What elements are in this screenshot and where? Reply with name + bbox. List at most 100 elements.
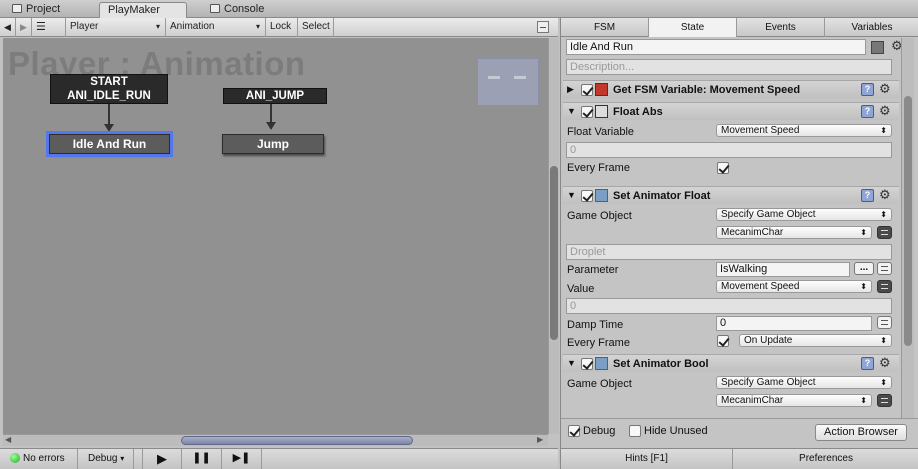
transition-event-ani-jump[interactable]: ANI_JUMP bbox=[223, 88, 327, 104]
tab-playmaker[interactable]: PlayMaker bbox=[99, 2, 187, 18]
every-frame-checkbox[interactable] bbox=[717, 335, 729, 347]
tab-variables[interactable]: Variables bbox=[825, 18, 918, 37]
debug-mode-select[interactable]: Debug ▾ bbox=[84, 449, 134, 469]
game-object-select[interactable]: MecanimChar ⬍ bbox=[716, 394, 872, 407]
action-enabled-checkbox[interactable] bbox=[581, 190, 593, 205]
gear-icon[interactable]: ⚙ bbox=[879, 103, 891, 119]
action-enabled-checkbox[interactable] bbox=[581, 358, 593, 373]
state-color-swatch[interactable] bbox=[871, 41, 884, 54]
tab-fsm[interactable]: FSM bbox=[561, 18, 649, 37]
game-object-value: MecanimChar bbox=[721, 227, 784, 238]
expand-arrow-icon[interactable]: ▶ bbox=[567, 84, 574, 95]
status-ok-icon bbox=[10, 453, 20, 463]
window-options-icon[interactable] bbox=[537, 21, 549, 33]
gear-icon[interactable]: ⚙ bbox=[879, 187, 891, 203]
inspector-vertical-scrollbar[interactable] bbox=[901, 38, 914, 418]
game-object-mode-select[interactable]: Specify Game Object ⬍ bbox=[716, 376, 892, 389]
float-variable-select[interactable]: Movement Speed ⬍ bbox=[716, 124, 892, 137]
minimap-state bbox=[488, 76, 500, 79]
graph-statusbar: No errors Debug ▾ ▶ ❚❚ ▶❚ bbox=[0, 448, 558, 469]
game-object-mode-select[interactable]: Specify Game Object ⬍ bbox=[716, 208, 892, 221]
action-enabled-checkbox[interactable] bbox=[581, 106, 593, 121]
back-button[interactable]: ◀ bbox=[0, 18, 16, 37]
preferences-button[interactable]: Preferences bbox=[733, 449, 918, 469]
fsm-graph-canvas[interactable]: Player : Animation START ANI_IDLE_RUN Id… bbox=[3, 38, 548, 434]
float-value-input[interactable]: 0 bbox=[566, 142, 892, 158]
value-select[interactable]: Movement Speed ⬍ bbox=[716, 280, 872, 293]
step-button[interactable]: ▶❚ bbox=[222, 449, 262, 469]
action-header-set-animator-float[interactable]: ▼ Set Animator Float ? ⚙ bbox=[563, 186, 899, 204]
variable-toggle-button[interactable] bbox=[877, 280, 892, 293]
scroll-thumb[interactable] bbox=[904, 96, 912, 346]
droplet-input[interactable]: Droplet bbox=[566, 244, 892, 260]
error-status[interactable]: No errors bbox=[6, 449, 78, 469]
state-jump[interactable]: Jump bbox=[222, 134, 324, 154]
canvas-horizontal-scrollbar[interactable]: ◀ ▶ bbox=[3, 434, 548, 446]
gameobject-select[interactable]: Player ▾ bbox=[66, 18, 166, 37]
variable-toggle-button[interactable] bbox=[877, 226, 892, 239]
start-event-box[interactable]: START ANI_IDLE_RUN bbox=[50, 74, 168, 104]
transition-arrow bbox=[108, 104, 110, 126]
scroll-thumb[interactable] bbox=[550, 166, 558, 340]
action-header-get-fsm-variable[interactable]: ▶ Get FSM Variable: Movement Speed ? ⚙ bbox=[563, 80, 899, 98]
help-icon[interactable]: ? bbox=[861, 357, 874, 370]
variable-toggle-button[interactable] bbox=[877, 316, 892, 329]
variable-toggle-button[interactable] bbox=[877, 394, 892, 407]
forward-button[interactable]: ▶ bbox=[16, 18, 32, 37]
collapse-arrow-icon[interactable]: ▼ bbox=[567, 106, 576, 116]
equals-icon bbox=[881, 266, 888, 271]
scroll-thumb[interactable] bbox=[181, 436, 413, 445]
variable-toggle-button[interactable] bbox=[877, 262, 892, 275]
every-frame-checkbox[interactable] bbox=[717, 162, 729, 174]
collapse-arrow-icon[interactable]: ▼ bbox=[567, 190, 576, 200]
state-idle-and-run[interactable]: Idle And Run bbox=[46, 131, 173, 157]
equals-icon bbox=[881, 320, 888, 325]
action-header-set-animator-bool[interactable]: ▼ Set Animator Bool ? ⚙ bbox=[563, 354, 899, 372]
canvas-vertical-scrollbar[interactable] bbox=[548, 38, 559, 434]
hints-button[interactable]: Hints [F1] bbox=[561, 449, 733, 469]
tab-console[interactable]: Console bbox=[202, 2, 302, 18]
debug-checkbox[interactable] bbox=[568, 425, 580, 437]
gear-icon[interactable]: ⚙ bbox=[879, 355, 891, 371]
pause-icon: ❚❚ bbox=[192, 452, 211, 464]
parameter-input[interactable]: IsWalking bbox=[716, 262, 850, 277]
play-icon: ▶ bbox=[157, 451, 167, 466]
help-icon[interactable]: ? bbox=[861, 189, 874, 202]
tab-state-label: State bbox=[680, 22, 705, 33]
pause-button[interactable]: ❚❚ bbox=[182, 449, 222, 469]
value-number-input[interactable]: 0 bbox=[566, 298, 892, 314]
inspector-footer: Hints [F1] Preferences bbox=[561, 448, 918, 469]
state-name-input[interactable]: Idle And Run bbox=[566, 39, 866, 55]
collapse-arrow-icon[interactable]: ▼ bbox=[567, 358, 576, 368]
tab-events[interactable]: Events bbox=[737, 18, 825, 37]
action-browser-button[interactable]: Action Browser bbox=[815, 424, 907, 441]
tab-project[interactable]: Project bbox=[4, 2, 96, 18]
chevron-updown-icon: ⬍ bbox=[860, 282, 867, 291]
damp-time-input[interactable]: 0 bbox=[716, 316, 872, 331]
debug-mode-label: Debug bbox=[88, 453, 118, 464]
gear-icon[interactable]: ⚙ bbox=[879, 81, 891, 97]
graph-minimap[interactable] bbox=[477, 58, 539, 106]
action-header-float-abs[interactable]: ▼ Float Abs ? ⚙ bbox=[563, 102, 899, 120]
tab-state[interactable]: State bbox=[649, 18, 737, 37]
help-icon[interactable]: ? bbox=[861, 83, 874, 96]
help-icon[interactable]: ? bbox=[861, 105, 874, 118]
parameter-more-button[interactable]: ... bbox=[854, 262, 874, 275]
select-button[interactable]: Select bbox=[298, 18, 334, 37]
action-enabled-checkbox[interactable] bbox=[581, 84, 593, 99]
play-button[interactable]: ▶ bbox=[142, 449, 182, 469]
scroll-left-icon[interactable]: ◀ bbox=[5, 435, 11, 444]
description-input[interactable]: Description... bbox=[566, 59, 892, 75]
update-mode-select[interactable]: On Update ⬍ bbox=[739, 334, 892, 347]
transition-arrow bbox=[270, 104, 272, 124]
lock-button[interactable]: Lock bbox=[266, 18, 298, 37]
graph-toolbar: ◀ ▶ ☰ Player ▾ Animation ▾ Lock Select bbox=[0, 18, 558, 37]
transition-event-ani-idle-run[interactable]: ANI_IDLE_RUN bbox=[51, 89, 167, 103]
hide-unused-checkbox[interactable] bbox=[629, 425, 641, 437]
fsm-select[interactable]: Animation ▾ bbox=[166, 18, 266, 37]
graph-menu-button[interactable]: ☰ bbox=[32, 18, 66, 37]
scroll-right-icon[interactable]: ▶ bbox=[537, 435, 543, 444]
tab-playmaker-label: PlayMaker bbox=[108, 4, 160, 16]
game-object-select[interactable]: MecanimChar ⬍ bbox=[716, 226, 872, 239]
